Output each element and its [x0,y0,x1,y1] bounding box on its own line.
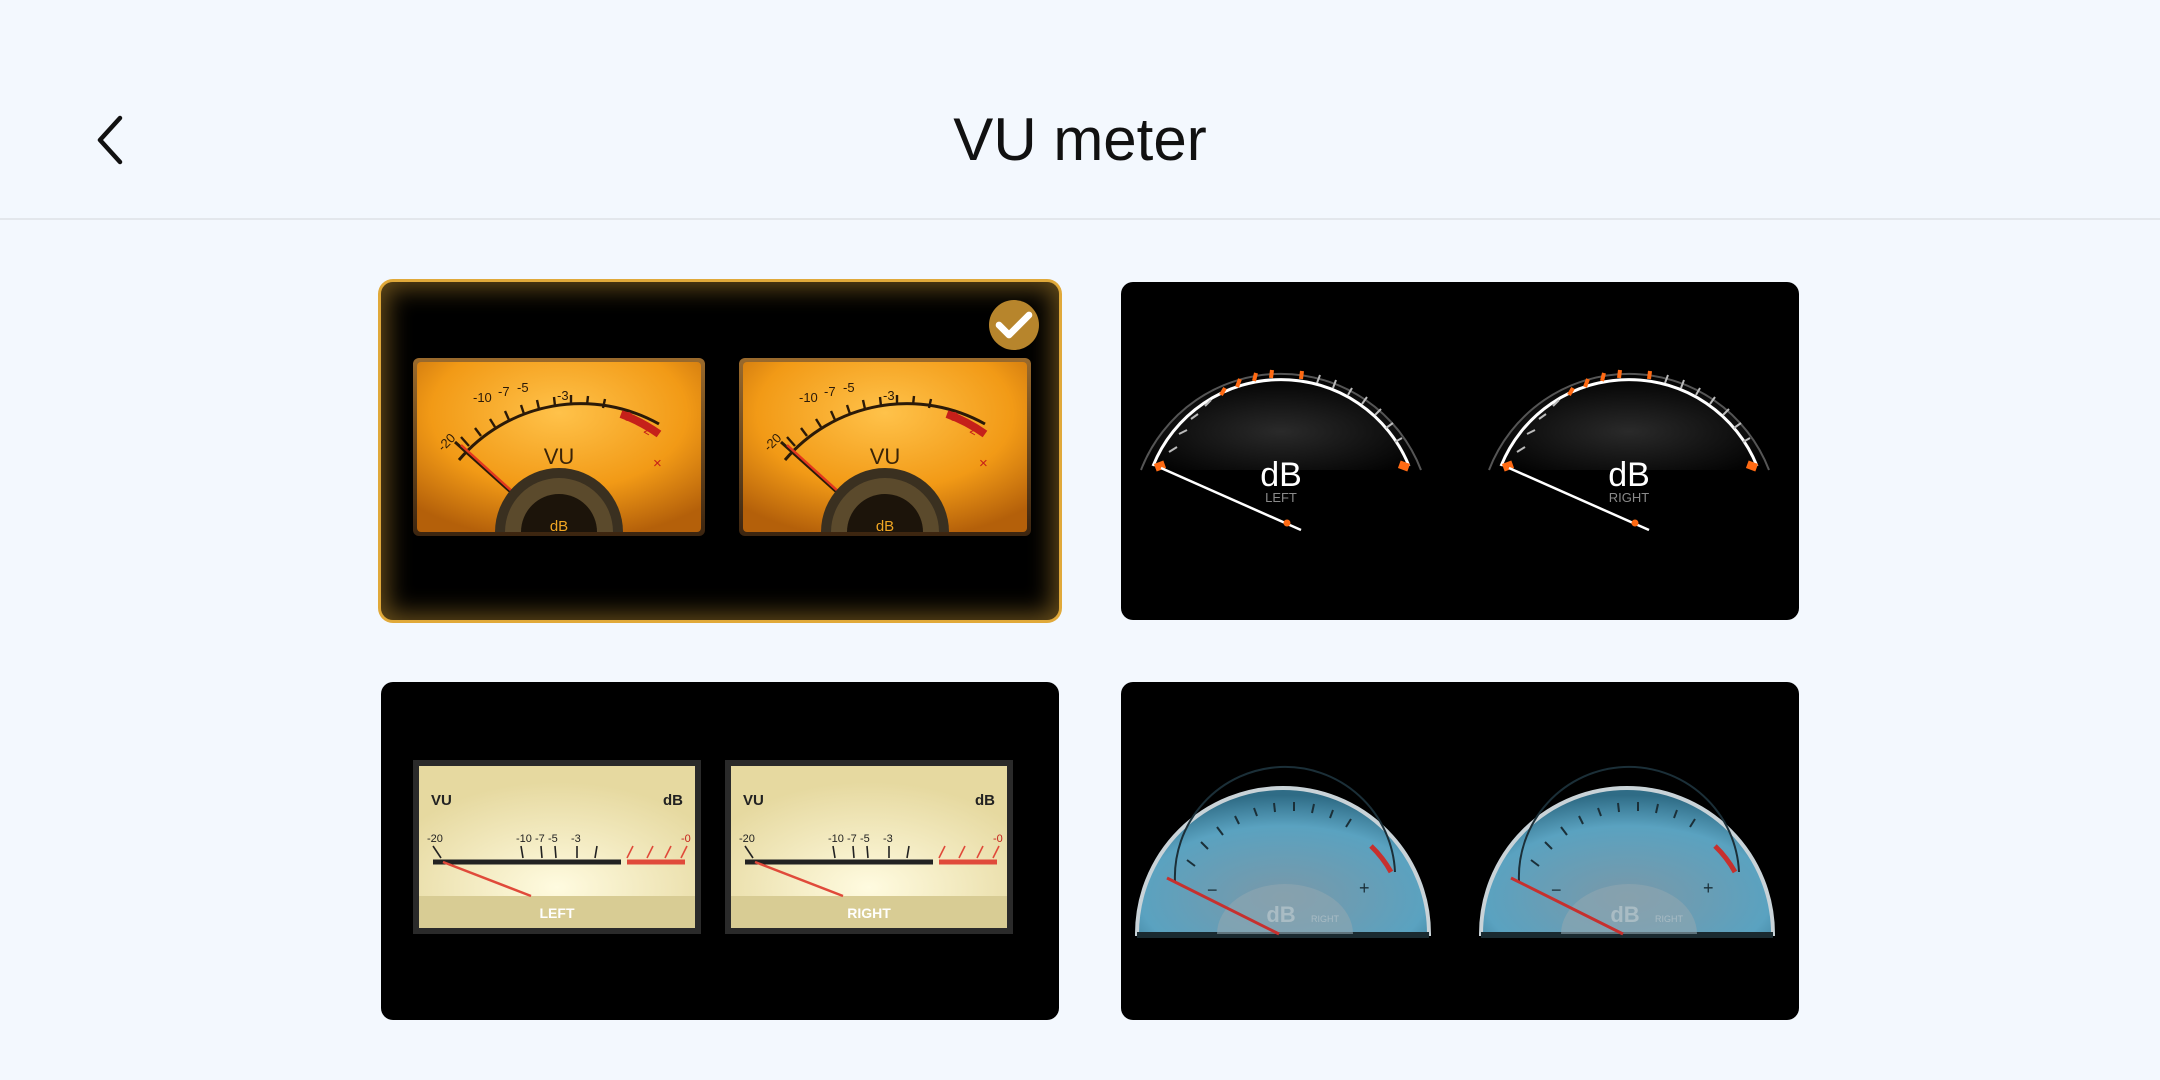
scale-label: -5 [860,833,870,845]
unit-label: dB [1608,456,1650,494]
scale-label: -7 [498,384,510,399]
scale-label: -3 [883,388,895,403]
vu-label: VU [431,792,452,809]
linear-meter-left: VU dB -20 -10 -7 -5 -3 -0 LEFT [413,760,701,934]
scale-label: -10 [799,390,818,405]
scale-label: -5 [843,380,855,395]
minus-sign: − [1207,880,1218,900]
scale-label: -3 [571,833,581,845]
theme-card-blue-dome[interactable]: − + dB RIGHT − + dB RIGHT [1121,682,1799,1020]
checkmark-icon [995,311,1033,339]
dark-arc-preview: dB LEFT dB RIGHT [1140,369,1770,532]
linear-meter-right: VU dB -20 -10 -7 -5 -3 -0 RIGHT [725,760,1013,934]
unit-label: dB [1610,902,1639,927]
scale-label: -10 [516,833,532,845]
dome-meter-left: − + dB RIGHT [1134,765,1432,938]
theme-card-vintage-amber[interactable]: -20 -10 -7 -5 -3 0 2 × VU dB -20 -10 -7 … [381,282,1059,620]
vu-label: VU [870,444,901,469]
theme-card-dark-arc[interactable]: dB LEFT dB RIGHT [1121,282,1799,620]
scale-label: -5 [548,833,558,845]
channel-label: LEFT [1265,490,1297,505]
channel-label: RIGHT [1609,490,1650,505]
db-meter-left: dB LEFT [1140,369,1422,532]
scale-label: -0 [681,833,691,845]
unit-label: dB [1266,902,1295,927]
page-title: VU meter [953,106,1207,173]
header-bar: VU meter [0,0,2160,220]
scale-label: -10 [473,390,492,405]
scale-label: -5 [517,380,529,395]
vintage-amber-preview: -20 -10 -7 -5 -3 0 2 × VU dB -20 -10 -7 … [413,358,1031,536]
theme-card-cream-linear[interactable]: VU dB -20 -10 -7 -5 -3 -0 LEFT VU dB -20… [381,682,1059,1020]
unit-label: dB [975,792,995,809]
scale-label: -3 [883,833,893,845]
cream-linear-preview: VU dB -20 -10 -7 -5 -3 -0 LEFT VU dB -20… [413,760,1013,934]
scale-label: -3 [557,388,569,403]
dome-meter-right: − + dB RIGHT [1478,765,1776,938]
vu-meter-right: -20 -10 -7 -5 -3 0 2 × VU dB [739,358,1031,536]
scale-label: -10 [828,833,844,845]
scale-label: -20 [427,833,443,845]
scale-label: -7 [535,833,545,845]
overload-mark: × [653,455,662,472]
vu-label: VU [544,444,575,469]
db-meter-right: dB RIGHT [1488,369,1770,532]
channel-label: RIGHT [1655,914,1684,924]
scale-label: -0 [993,833,1003,845]
blue-dome-preview: − + dB RIGHT − + dB RIGHT [1134,765,1776,938]
unit-label: dB [550,518,568,535]
scale-label: -7 [847,833,857,845]
selected-badge [989,300,1039,350]
plus-sign: + [1703,878,1714,898]
overload-mark: × [979,455,988,472]
vu-meter-left: -20 -10 -7 -5 -3 0 2 × VU dB [413,358,705,536]
scale-label: -20 [739,833,755,845]
minus-sign: − [1551,880,1562,900]
channel-label: RIGHT [1311,914,1340,924]
channel-label: LEFT [540,905,575,921]
vu-label: VU [743,792,764,809]
unit-label: dB [663,792,683,809]
plus-sign: + [1359,878,1370,898]
scale-label: -7 [824,384,836,399]
channel-label: RIGHT [847,905,891,921]
unit-label: dB [876,518,894,535]
unit-label: dB [1260,456,1302,494]
